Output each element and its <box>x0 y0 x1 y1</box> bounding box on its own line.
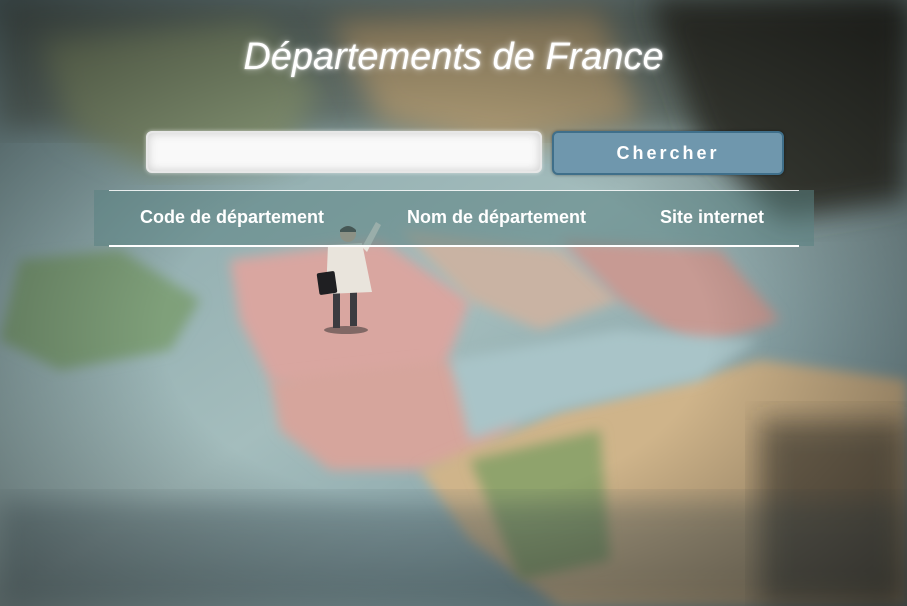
page: Départements de France Chercher Code de … <box>0 0 907 606</box>
table-top-border <box>109 190 799 191</box>
page-title: Départements de France <box>243 36 664 78</box>
search-button[interactable]: Chercher <box>552 131 784 175</box>
table-header-underline <box>109 245 799 247</box>
search-bar: Chercher <box>146 131 784 175</box>
background-map-image <box>0 0 907 606</box>
table-header-row: Code de département Nom de département S… <box>94 207 814 229</box>
column-header-name: Nom de département <box>407 207 587 227</box>
search-input[interactable] <box>146 131 542 173</box>
column-header-website: Site internet <box>660 207 765 227</box>
results-table: Code de département Nom de département S… <box>94 190 814 247</box>
column-header-code: Code de département <box>140 207 325 227</box>
